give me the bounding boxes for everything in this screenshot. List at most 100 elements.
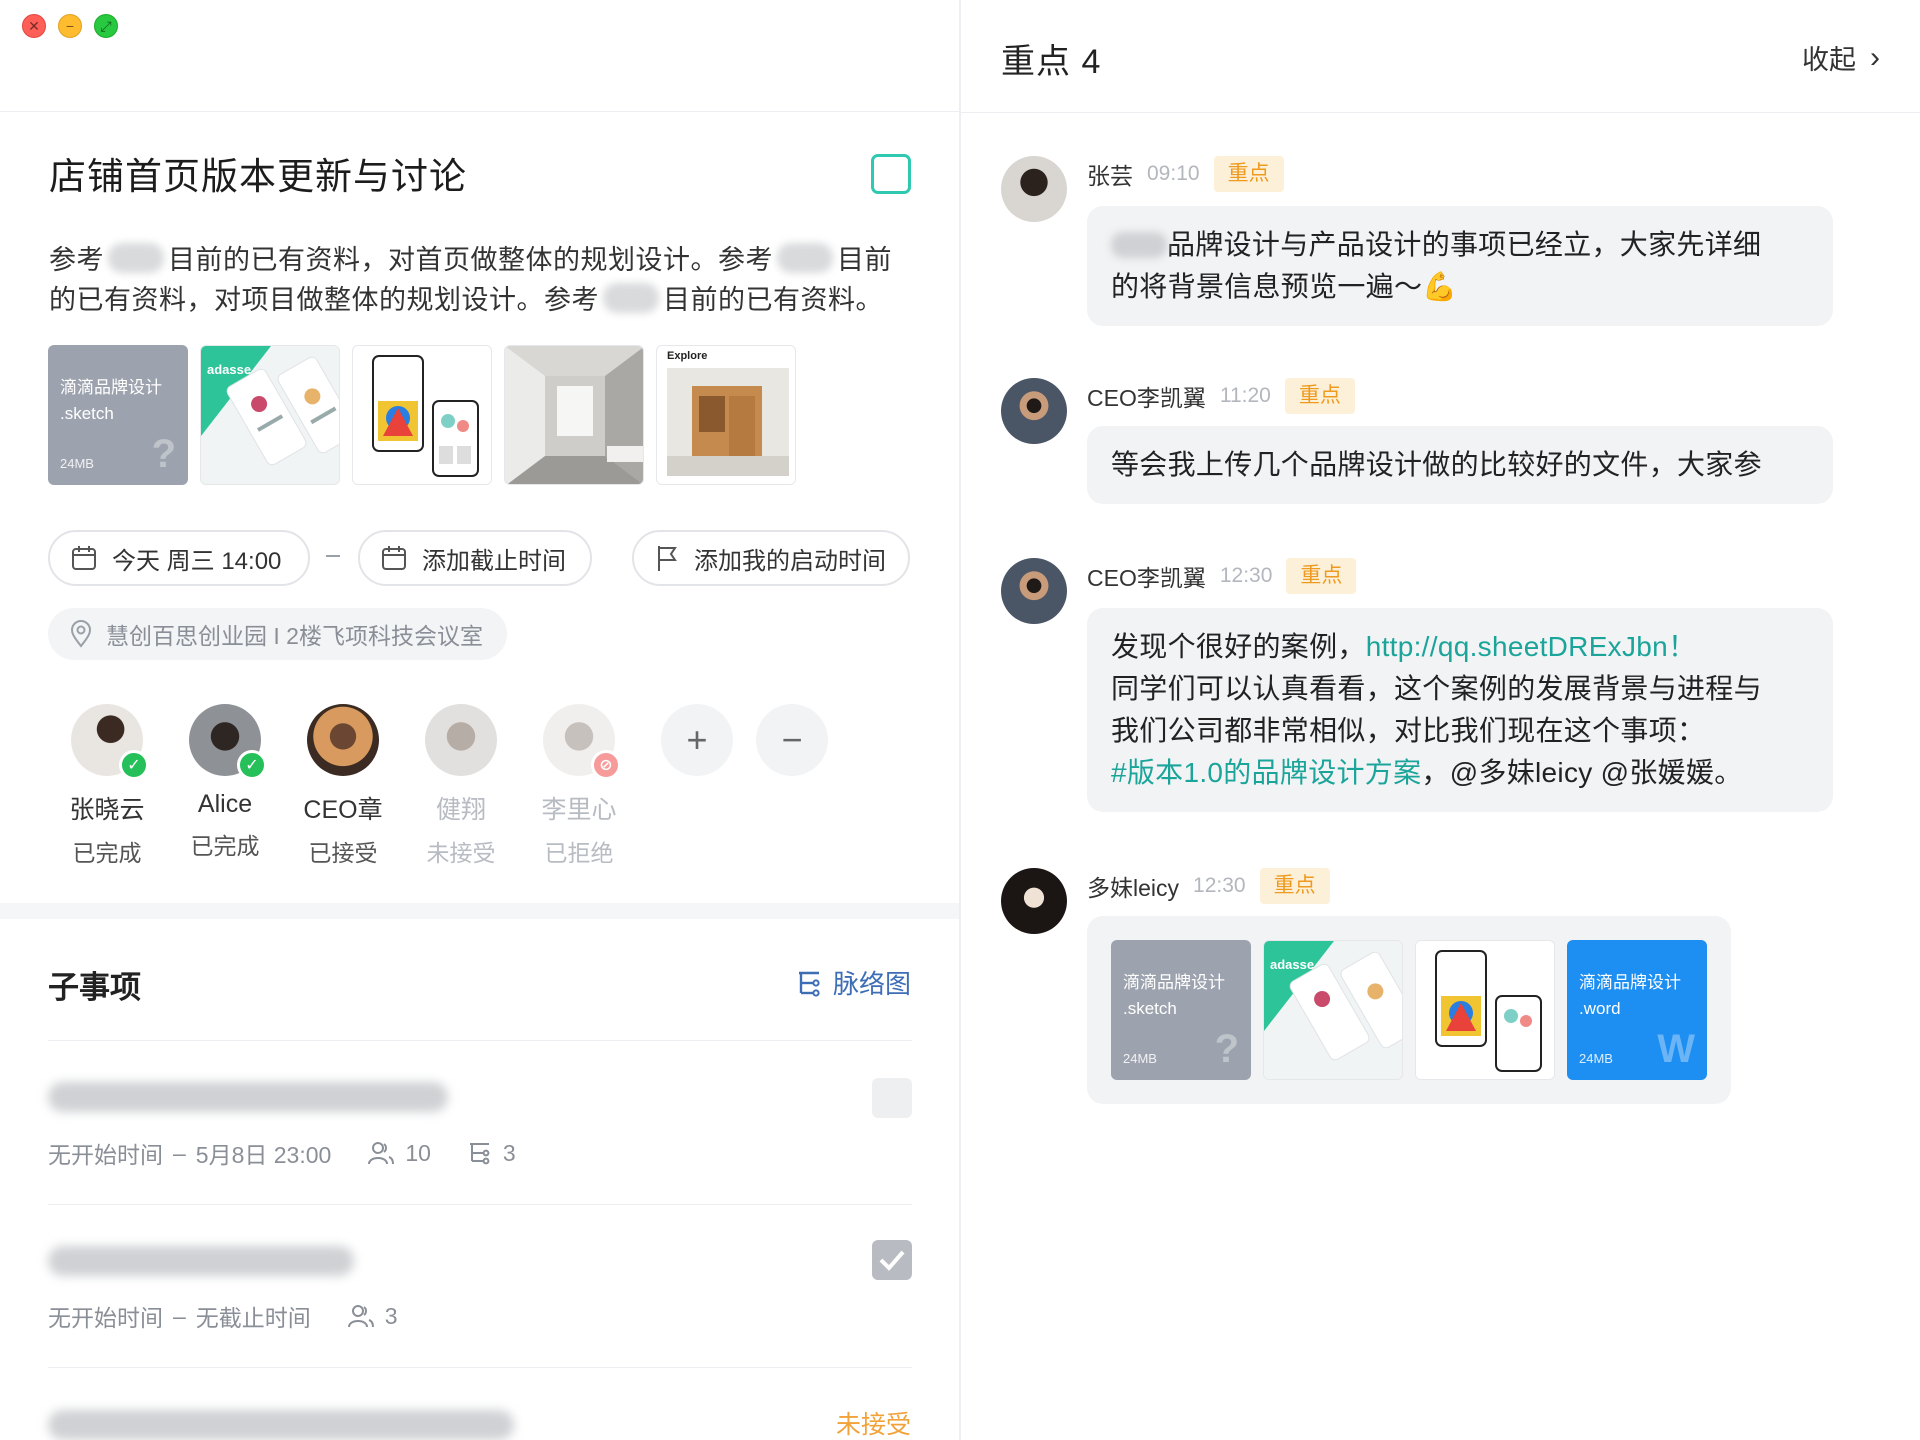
redacted-text <box>603 283 659 313</box>
message-header: 张芸 09:10 重点 <box>1087 156 1284 192</box>
subtask-status: 未接受 <box>835 1411 911 1439</box>
window-zoom-button[interactable]: ⤢ <box>94 14 118 38</box>
close-icon: ✕ <box>28 18 40 34</box>
message-bubble: 等会我上传几个品牌设计做的比较好的文件，大家参 <box>1087 426 1833 504</box>
subtask-meta: 无开始时间 – 5月8日 23:00 10 3 <box>48 1139 516 1169</box>
highlights-panel: 重点 4 收起 › 张芸 09:10 重点 品牌设计与产品设计的事项已经立，大家… <box>959 0 1920 1440</box>
url-link[interactable]: http://qq.sheetDRExJbn！ <box>1366 631 1697 662</box>
task-title: 店铺首页版本更新与讨论 <box>49 156 467 197</box>
rejected-icon: ⊘ <box>591 750 621 780</box>
add-my-start-time-button[interactable]: 添加我的启动时间 <box>632 530 910 586</box>
divider <box>48 1040 912 1041</box>
flag-icon <box>658 546 677 571</box>
window-minimize-button[interactable]: − <box>58 14 82 38</box>
location-pin-icon <box>70 620 92 648</box>
message-bubble: 发现个很好的案例，http://qq.sheetDRExJbn！ 同学们可以认真… <box>1087 608 1833 812</box>
avatar: ✓ <box>71 704 149 780</box>
message-attachments: 滴滴品牌设计 .sketch 24MB ? adasse 滴滴品牌设计 .wor… <box>1087 916 1731 1104</box>
attachment-file-sketch[interactable]: 滴滴品牌设计 .sketch 24MB ? <box>1111 940 1251 1080</box>
member-item[interactable]: ✓ 张晓云 已完成 <box>48 704 166 868</box>
divider <box>48 1204 912 1205</box>
graph-view-link[interactable]: 脉络图 <box>795 964 911 1001</box>
subtask-title-redacted[interactable] <box>48 1082 448 1112</box>
attachment-list: 滴滴品牌设计 .sketch 24MB ? adasse Explore <box>48 345 796 485</box>
subtask-meta: 无开始时间 – 无截止时间 3 <box>48 1302 398 1332</box>
remove-member-button[interactable]: − <box>756 704 828 776</box>
question-mark-icon: ? <box>1214 1027 1239 1071</box>
attachment-image-mobile-mockup[interactable] <box>1415 940 1555 1080</box>
avatar <box>1001 156 1067 222</box>
highlight-tag: 重点 <box>1259 868 1330 904</box>
member-item[interactable]: 健翔 未接受 <box>402 704 520 868</box>
add-member-button[interactable]: + <box>661 704 733 776</box>
message-header: CEO李凯翼 12:30 重点 <box>1087 558 1357 594</box>
divider <box>961 112 1920 113</box>
question-mark-icon: ? <box>151 432 176 476</box>
flexed-biceps-emoji: 💪 <box>1422 271 1458 302</box>
avatar: ⊘ <box>543 704 621 780</box>
range-dash <box>326 555 340 557</box>
attachment-image-app-screens[interactable]: adasse <box>1263 940 1403 1080</box>
task-description: 参考 目前的已有资料，对首页做整体的规划设计。参考 目前 的已有资料，对项目做整体的… <box>49 243 892 315</box>
calendar-icon <box>382 546 406 570</box>
subtasks-heading: 子事项 <box>48 970 141 1005</box>
avatar <box>425 704 497 776</box>
start-time-button[interactable]: 今天 周三 14:00 <box>48 530 310 586</box>
word-icon: W <box>1657 1027 1695 1071</box>
panel-title: 重点 4 <box>1001 43 1102 81</box>
subtask-title-redacted[interactable] <box>48 1246 354 1276</box>
chevron-right-icon: › <box>1870 40 1880 74</box>
task-complete-checkbox[interactable] <box>871 154 911 194</box>
member-item[interactable]: CEO章 已接受 <box>284 704 402 868</box>
completed-check-icon: ✓ <box>119 750 149 780</box>
redacted-text <box>108 243 164 273</box>
avatar <box>1001 558 1067 624</box>
attachment-image-app-screens[interactable]: adasse <box>200 345 340 485</box>
people-icon <box>368 1142 395 1165</box>
redacted-text <box>777 243 833 273</box>
child-count: 3 <box>467 1140 516 1167</box>
message-header: CEO李凯翼 11:20 重点 <box>1087 378 1355 414</box>
message-item: 多妹leicy 12:30 重点 滴滴品牌设计 .sketch 24MB ? a… <box>1001 868 1881 1108</box>
checkmark-icon <box>879 1250 905 1271</box>
highlight-tag: 重点 <box>1213 156 1284 192</box>
window-close-button[interactable]: ✕ <box>22 14 46 38</box>
people-icon <box>347 1305 374 1328</box>
message-item: CEO李凯翼 11:20 重点 等会我上传几个品牌设计做的比较好的文件，大家参 <box>1001 378 1881 508</box>
avatar <box>1001 868 1067 934</box>
avatar <box>307 704 379 776</box>
member-count: 10 <box>367 1140 431 1167</box>
member-count: 3 <box>347 1303 398 1330</box>
completed-check-icon: ✓ <box>237 750 267 780</box>
message-item: CEO李凯翼 12:30 重点 发现个很好的案例，http://qq.sheet… <box>1001 558 1881 818</box>
section-divider <box>0 903 959 919</box>
member-item[interactable]: ⊘ 李里心 已拒绝 <box>520 704 638 868</box>
message-item: 张芸 09:10 重点 品牌设计与产品设计的事项已经立，大家先详细 的将背景信息… <box>1001 156 1881 326</box>
message-bubble: 品牌设计与产品设计的事项已经立，大家先详细 的将背景信息预览一遍～💪 <box>1087 206 1833 326</box>
task-detail-pane: ✕ − ⤢ 店铺首页版本更新与讨论 参考 目前的已有资料，对首页做整体的规划设计。… <box>0 0 959 1440</box>
highlight-tag: 重点 <box>1284 378 1355 414</box>
tree-graph-icon <box>469 1143 490 1165</box>
collapse-button[interactable]: 收起 › <box>1802 38 1880 77</box>
tree-graph-icon <box>798 971 820 997</box>
topic-link[interactable]: #版本1.0的品牌设计方案 <box>1111 757 1421 788</box>
avatar: ✓ <box>189 704 267 780</box>
subtask-title-redacted[interactable] <box>48 1410 514 1440</box>
subtask-checkbox[interactable] <box>872 1078 912 1118</box>
attachment-file-sketch[interactable]: 滴滴品牌设计 .sketch 24MB ? <box>48 345 188 485</box>
attachment-file-word[interactable]: 滴滴品牌设计 .word 24MB W <box>1567 940 1707 1080</box>
calendar-icon <box>72 546 96 570</box>
zoom-icon: ⤢ <box>100 18 112 34</box>
divider <box>48 1367 912 1368</box>
message-header: 多妹leicy 12:30 重点 <box>1087 868 1330 904</box>
attachment-image-interior-room[interactable] <box>504 345 644 485</box>
member-item[interactable]: ✓ Alice 已完成 <box>166 704 284 868</box>
attachment-image-mobile-mockup[interactable] <box>352 345 492 485</box>
highlight-tag: 重点 <box>1286 558 1357 594</box>
location-chip[interactable]: 慧创百思创业园 I 2楼飞项科技会议室 <box>48 608 507 660</box>
attachment-image-explore-cabinet[interactable]: Explore <box>656 345 796 485</box>
subtask-checkbox-checked[interactable] <box>872 1240 912 1280</box>
add-deadline-button[interactable]: 添加截止时间 <box>358 530 592 586</box>
redacted-text <box>1111 232 1167 258</box>
divider <box>0 111 959 112</box>
